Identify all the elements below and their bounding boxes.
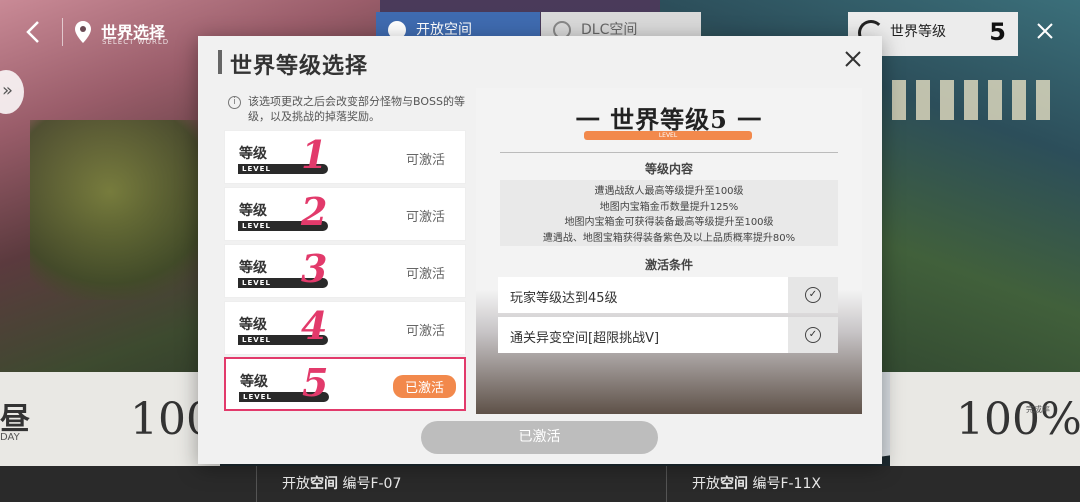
level-item-4[interactable]: 等级 LEVEL 4 可激活 — [224, 301, 466, 355]
close-icon[interactable] — [1036, 22, 1054, 45]
condition-row: 玩家等级达到45级 ✓ — [498, 277, 838, 313]
world-card-right[interactable]: 100% 完成率 — [890, 372, 1080, 466]
footer-world-f07[interactable]: 开放空间 编号F-07 — [282, 466, 401, 502]
check-circle-icon: ✓ — [805, 327, 821, 343]
level-status: 可激活 — [405, 267, 445, 282]
completion-note: 完成率 — [1026, 405, 1050, 414]
level-detail-panel: 一 世界等级5 一 LEVEL 等级内容 遭遇战敌人最高等级提升至100级 地图… — [476, 88, 862, 414]
notice-text: i 该选项更改之后会改变部分怪物与BOSS的等级，以及挑战的掉落奖励。 — [228, 94, 468, 124]
detail-title: 一 世界等级5 一 — [575, 105, 763, 134]
detail-divider — [500, 152, 838, 153]
conditions-heading: 激活条件 — [644, 258, 693, 272]
modal-title: 世界等级选择 — [230, 54, 369, 79]
activate-button[interactable]: 已激活 — [421, 421, 658, 454]
world-level-label: 世界等级 — [890, 24, 946, 40]
header-divider — [62, 18, 63, 46]
world-level-value: 5 — [989, 18, 1006, 46]
level-list[interactable]: 等级 LEVEL 1 可激活 等级 LEVEL 2 可激活 等级 LEVEL 3… — [222, 128, 468, 414]
info-icon: i — [228, 96, 241, 109]
level-status: 可激活 — [405, 210, 445, 225]
check-circle-icon: ✓ — [805, 287, 821, 303]
level-item-3[interactable]: 等级 LEVEL 3 可激活 — [224, 244, 466, 298]
effect-line: 地图内宝箱金可获得装备最高等级提升至100级 — [564, 217, 774, 228]
level-status: 可激活 — [405, 324, 445, 339]
title-accent — [218, 50, 222, 74]
day-sub: DAY — [0, 432, 20, 443]
effect-line: 遭遇战敌人最高等级提升至100级 — [594, 186, 744, 197]
page-subtitle: SELECT WORLD — [102, 38, 170, 46]
level-item-5[interactable]: 等级 LEVEL 5 已激活 — [224, 357, 466, 411]
completion-right: 100% — [956, 394, 1080, 445]
condition-row: 通关异变空间[超限挑战V] ✓ — [498, 317, 838, 353]
level-status: 可激活 — [405, 153, 445, 168]
level-status-badge: 已激活 — [392, 375, 456, 398]
detail-level-tag: LEVEL — [584, 131, 752, 140]
world-level-modal: 世界等级选择 i 该选项更改之后会改变部分怪物与BOSS的等级，以及挑战的掉落奖… — [198, 36, 882, 464]
map-pin-icon — [74, 20, 92, 44]
arrow-left-icon[interactable] — [22, 18, 46, 48]
close-icon[interactable] — [844, 50, 862, 73]
footer-world-f11x[interactable]: 开放空间 编号F-11X — [692, 466, 821, 502]
world-card-left[interactable]: 昼 DAY 100 — [0, 372, 220, 466]
footer-bar: 开放空间 编号F-07 开放空间 编号F-11X — [0, 466, 1080, 502]
effect-line: 遭遇战、地图宝箱获得装备紫色及以上品质概率提升80% — [542, 232, 796, 244]
level-item-2[interactable]: 等级 LEVEL 2 可激活 — [224, 187, 466, 241]
effect-line: 地图内宝箱金币数量提升125% — [599, 201, 739, 213]
level-item-1[interactable]: 等级 LEVEL 1 可激活 — [224, 130, 466, 184]
effects-box: 遭遇战敌人最高等级提升至100级 地图内宝箱金币数量提升125% 地图内宝箱金可… — [500, 180, 838, 246]
content-heading: 等级内容 — [644, 162, 693, 176]
